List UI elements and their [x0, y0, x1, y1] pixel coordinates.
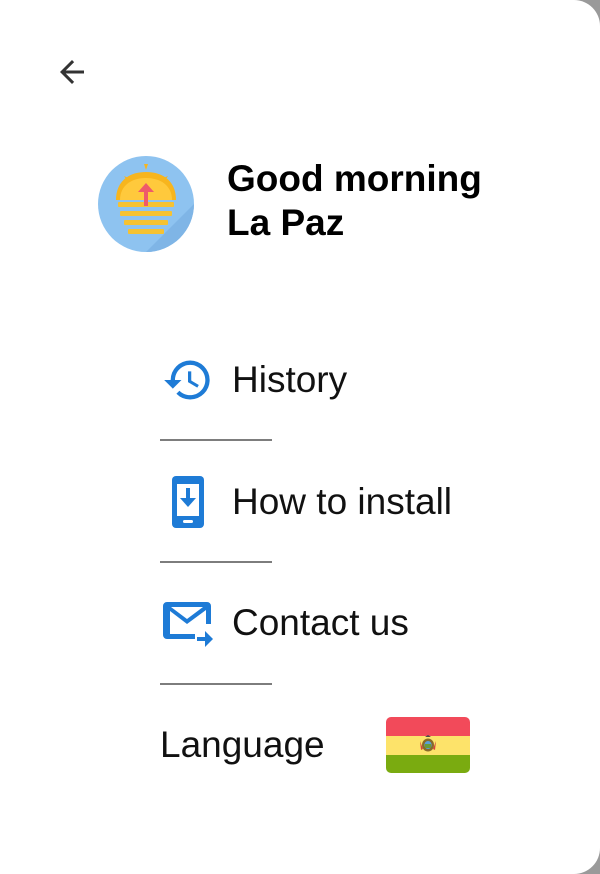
bolivia-flag-icon[interactable]	[386, 717, 470, 773]
menu-divider	[160, 561, 272, 563]
menu-item-history[interactable]: History	[160, 350, 347, 410]
phone-download-icon	[160, 474, 216, 530]
location-name: La Paz	[227, 202, 345, 243]
back-button[interactable]	[48, 48, 96, 96]
menu-item-contact-us[interactable]: Contact us	[160, 593, 409, 653]
menu-item-label: History	[232, 359, 348, 400]
greeting-heading: Good morning La Paz	[227, 157, 567, 245]
menu-item-label: How to install	[232, 481, 453, 522]
mail-send-icon	[160, 595, 216, 651]
navigation-drawer: Good morning La Paz History How to insta…	[0, 0, 600, 874]
sunrise-logo-icon	[98, 156, 194, 252]
menu-divider	[160, 439, 272, 441]
language-label: Language	[160, 724, 325, 765]
menu-item-how-to-install[interactable]: How to install	[160, 472, 452, 532]
menu-divider	[160, 683, 272, 685]
greeting-line: Good morning	[227, 158, 482, 199]
language-row: Language	[160, 714, 470, 776]
history-icon	[160, 352, 216, 408]
menu-item-label: Contact us	[232, 602, 409, 643]
arrow-left-icon	[60, 60, 84, 84]
